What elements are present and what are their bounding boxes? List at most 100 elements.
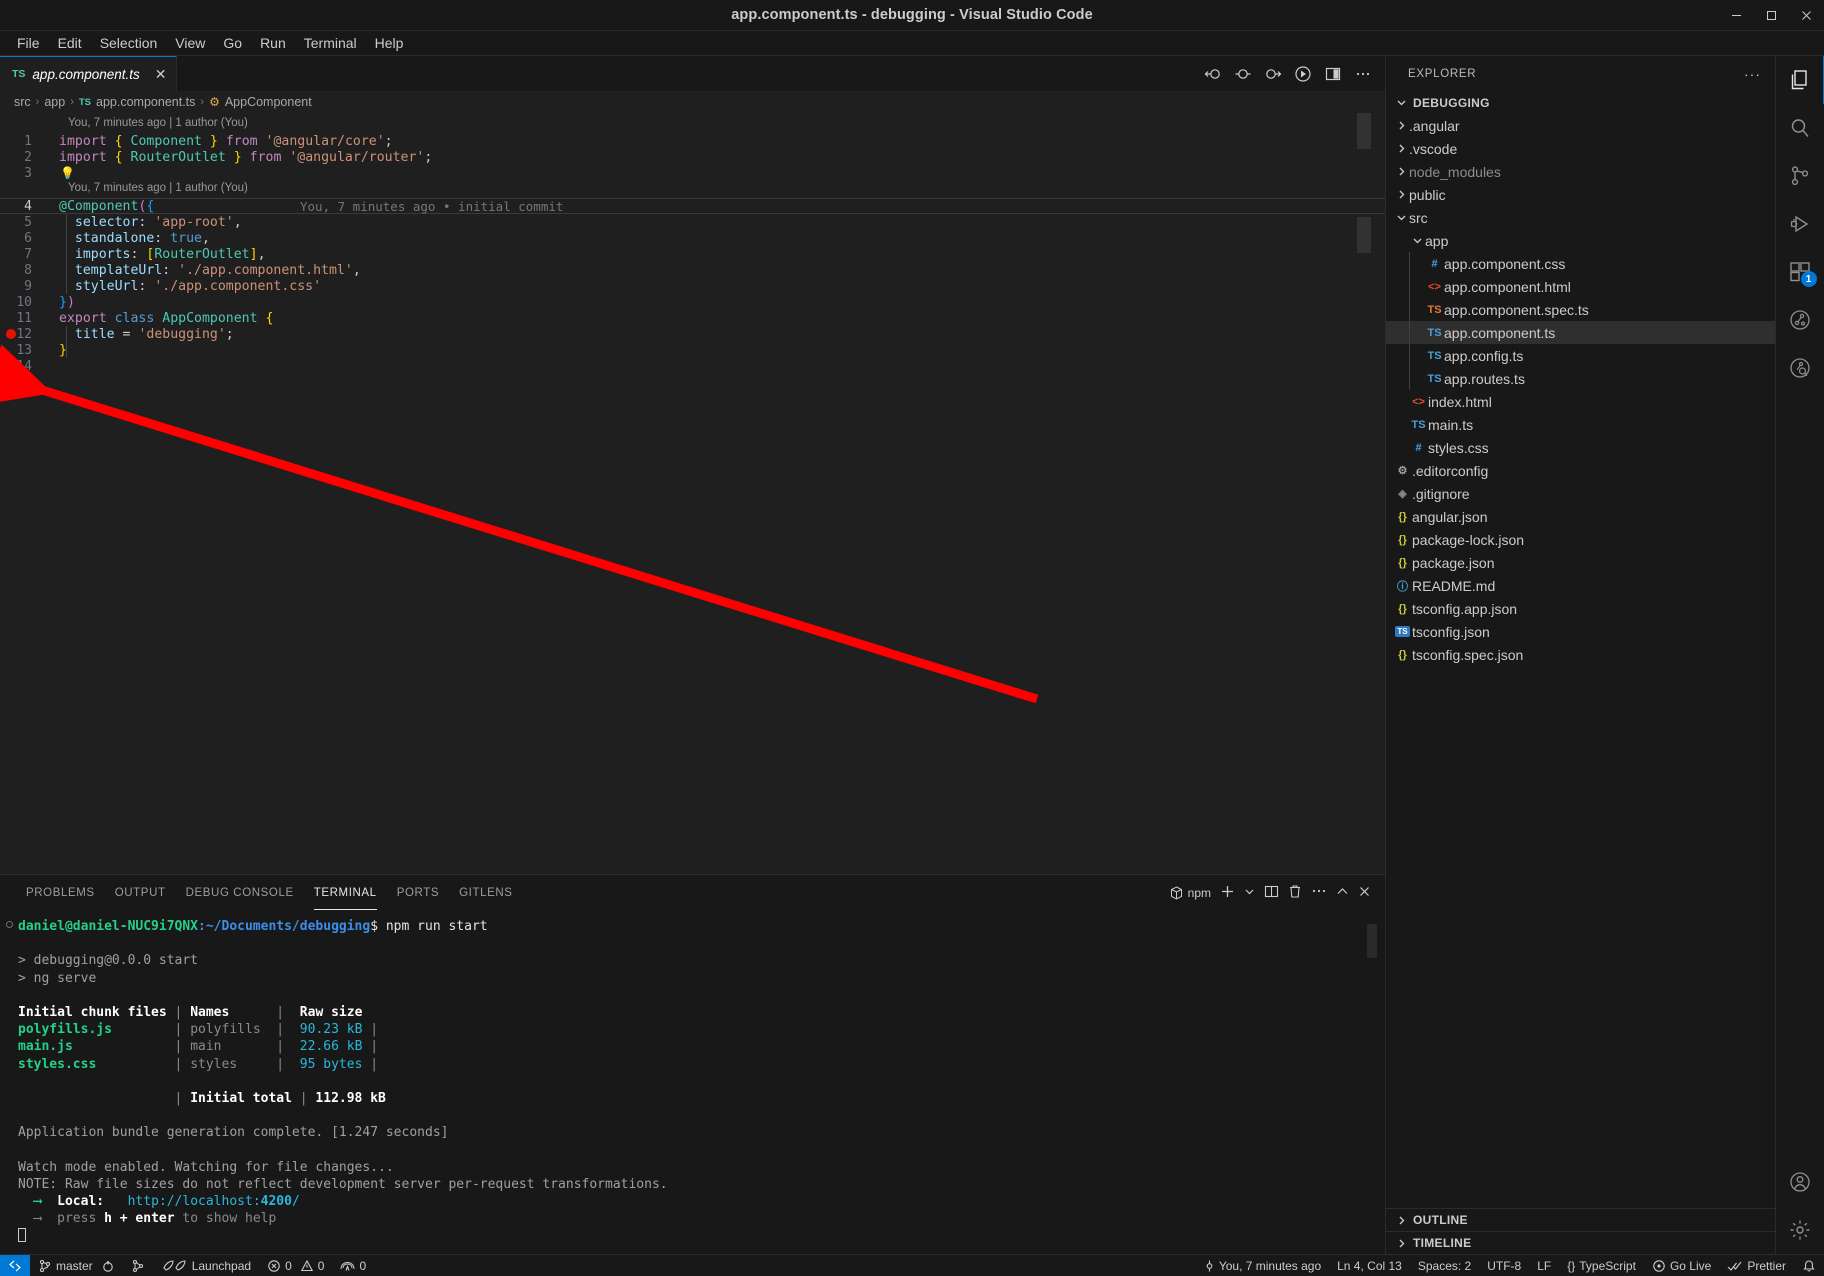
- tree-item-index-html[interactable]: <>index.html: [1386, 390, 1775, 413]
- breadcrumb-src[interactable]: src: [14, 95, 31, 109]
- local-url-prefix[interactable]: http://localhost:: [128, 1194, 261, 1209]
- status-language-mode[interactable]: {} TypeScript: [1559, 1255, 1644, 1276]
- menu-help[interactable]: Help: [366, 32, 413, 54]
- terminal-more-icon[interactable]: [1311, 884, 1327, 901]
- tab-debug-console[interactable]: DEBUG CONSOLE: [176, 875, 304, 910]
- search-icon[interactable]: [1776, 104, 1824, 152]
- tree-item-app-component-css[interactable]: #app.component.css: [1386, 252, 1775, 275]
- tree-item-app-component-html[interactable]: <>app.component.html: [1386, 275, 1775, 298]
- maximize-icon[interactable]: [1754, 0, 1789, 31]
- tree-item-app-component-spec-ts[interactable]: TSapp.component.spec.ts: [1386, 298, 1775, 321]
- tree-item-package-lock-json[interactable]: {}package-lock.json: [1386, 528, 1775, 551]
- menu-view[interactable]: View: [166, 32, 214, 54]
- breadcrumb-app[interactable]: app: [44, 95, 65, 109]
- tree-item--editorconfig[interactable]: ⚙.editorconfig: [1386, 459, 1775, 482]
- breadcrumb-symbol[interactable]: AppComponent: [225, 95, 312, 109]
- chevron-right-icon[interactable]: [1393, 120, 1409, 131]
- status-branch[interactable]: master: [30, 1255, 123, 1276]
- menu-edit[interactable]: Edit: [49, 32, 91, 54]
- remote-window-icon[interactable]: [0, 1255, 30, 1276]
- tree-item-app-config-ts[interactable]: TSapp.config.ts: [1386, 344, 1775, 367]
- tree-item-public[interactable]: public: [1386, 183, 1775, 206]
- chevron-right-icon[interactable]: [1393, 189, 1409, 200]
- run-and-debug-icon[interactable]: [1776, 200, 1824, 248]
- status-encoding[interactable]: UTF-8: [1479, 1255, 1529, 1276]
- notifications-bell-icon[interactable]: [1794, 1255, 1824, 1276]
- terminal-instance-npm[interactable]: npm: [1170, 886, 1211, 900]
- gitlens-next-change-icon[interactable]: [1263, 64, 1283, 84]
- file-tree[interactable]: .angular.vscodenode_modulespublicsrcapp#…: [1386, 114, 1775, 1208]
- gitlens-previous-change-icon[interactable]: [1203, 64, 1223, 84]
- account-icon[interactable]: [1776, 1158, 1824, 1206]
- split-terminal-icon[interactable]: [1264, 884, 1279, 902]
- chevron-down-icon[interactable]: [1409, 235, 1425, 246]
- section-outline[interactable]: OUTLINE: [1386, 1208, 1775, 1231]
- menu-selection[interactable]: Selection: [91, 32, 167, 54]
- tab-app-component-ts[interactable]: TS app.component.ts ✕: [0, 56, 177, 91]
- menu-run[interactable]: Run: [251, 32, 295, 54]
- chevron-right-icon[interactable]: [1393, 1238, 1409, 1249]
- explorer-root-folder[interactable]: DEBUGGING: [1386, 91, 1775, 114]
- tree-item-app-component-ts[interactable]: TSapp.component.ts: [1386, 321, 1775, 344]
- extensions-icon[interactable]: 1: [1776, 248, 1824, 296]
- breadcrumb-file[interactable]: app.component.ts: [96, 95, 195, 109]
- code-editor[interactable]: You, 7 minutes ago | 1 author (You) 1 im…: [0, 113, 1385, 874]
- more-actions-icon[interactable]: [1353, 64, 1373, 84]
- sidebar-more-actions-icon[interactable]: ···: [1744, 66, 1761, 82]
- status-problems[interactable]: 0 0: [259, 1255, 332, 1276]
- quick-fix-lightbulb-icon[interactable]: 💡: [60, 166, 75, 180]
- new-terminal-icon[interactable]: [1220, 884, 1235, 902]
- tree-item--vscode[interactable]: .vscode: [1386, 137, 1775, 160]
- tree-item-tsconfig-spec-json[interactable]: {}tsconfig.spec.json: [1386, 643, 1775, 666]
- menu-terminal[interactable]: Terminal: [295, 32, 366, 54]
- tree-item-app[interactable]: app: [1386, 229, 1775, 252]
- tree-item-src[interactable]: src: [1386, 206, 1775, 229]
- chevron-right-icon[interactable]: [1393, 1215, 1409, 1226]
- terminal-profile-chevron-icon[interactable]: [1244, 885, 1255, 900]
- terminal-scrollbar[interactable]: [1367, 924, 1377, 958]
- breakpoint-marker[interactable]: [6, 329, 16, 339]
- section-timeline[interactable]: TIMELINE: [1386, 1231, 1775, 1254]
- tab-output[interactable]: OUTPUT: [105, 875, 176, 910]
- settings-gear-icon[interactable]: [1776, 1206, 1824, 1254]
- tree-item--angular[interactable]: .angular: [1386, 114, 1775, 137]
- local-url-suffix[interactable]: /: [292, 1194, 300, 1209]
- tab-terminal[interactable]: TERMINAL: [304, 875, 387, 910]
- menu-go[interactable]: Go: [214, 32, 251, 54]
- run-or-debug-icon[interactable]: [1293, 64, 1313, 84]
- minimize-icon[interactable]: [1719, 0, 1754, 31]
- status-go-live[interactable]: Go Live: [1644, 1255, 1719, 1276]
- tree-item-app-routes-ts[interactable]: TSapp.routes.ts: [1386, 367, 1775, 390]
- chevron-down-icon[interactable]: [1393, 97, 1409, 108]
- chevron-right-icon[interactable]: [1393, 166, 1409, 177]
- tab-gitlens[interactable]: GITLENS: [449, 875, 522, 910]
- minimap-slider[interactable]: [1357, 113, 1371, 149]
- split-editor-icon[interactable]: [1323, 64, 1343, 84]
- close-panel-icon[interactable]: [1358, 885, 1371, 901]
- tree-item-package-json[interactable]: {}package.json: [1386, 551, 1775, 574]
- gitlens-icon[interactable]: [1776, 296, 1824, 344]
- status-eol[interactable]: LF: [1529, 1255, 1559, 1276]
- status-launchpad[interactable]: Launchpad: [154, 1255, 259, 1276]
- tree-item-tsconfig-json[interactable]: TStsconfig.json: [1386, 620, 1775, 643]
- status-indentation[interactable]: Spaces: 2: [1410, 1255, 1479, 1276]
- close-icon[interactable]: [1789, 0, 1824, 31]
- tab-problems[interactable]: PROBLEMS: [16, 875, 105, 910]
- status-ports[interactable]: 0: [332, 1255, 374, 1276]
- tree-item-readme-md[interactable]: ⓘREADME.md: [1386, 574, 1775, 597]
- tree-item-main-ts[interactable]: TSmain.ts: [1386, 413, 1775, 436]
- gitlens-inspect-icon[interactable]: [1776, 344, 1824, 392]
- local-port[interactable]: 4200: [261, 1194, 292, 1209]
- collapse-panel-icon[interactable]: [1336, 885, 1349, 901]
- chevron-right-icon[interactable]: [1393, 143, 1409, 154]
- tree-item-node-modules[interactable]: node_modules: [1386, 160, 1775, 183]
- minimap[interactable]: [1329, 113, 1371, 874]
- status-gitlens-blame[interactable]: You, 7 minutes ago: [1196, 1255, 1329, 1276]
- terminal-output[interactable]: daniel@daniel-NUC9i7QNX:~/Documents/debu…: [0, 910, 1385, 1254]
- source-control-icon[interactable]: [1776, 152, 1824, 200]
- status-prettier[interactable]: Prettier: [1719, 1255, 1794, 1276]
- gitlens-graph-icon[interactable]: [123, 1255, 154, 1276]
- explorer-icon[interactable]: [1776, 56, 1824, 104]
- menu-file[interactable]: File: [8, 32, 49, 54]
- tree-item-angular-json[interactable]: {}angular.json: [1386, 505, 1775, 528]
